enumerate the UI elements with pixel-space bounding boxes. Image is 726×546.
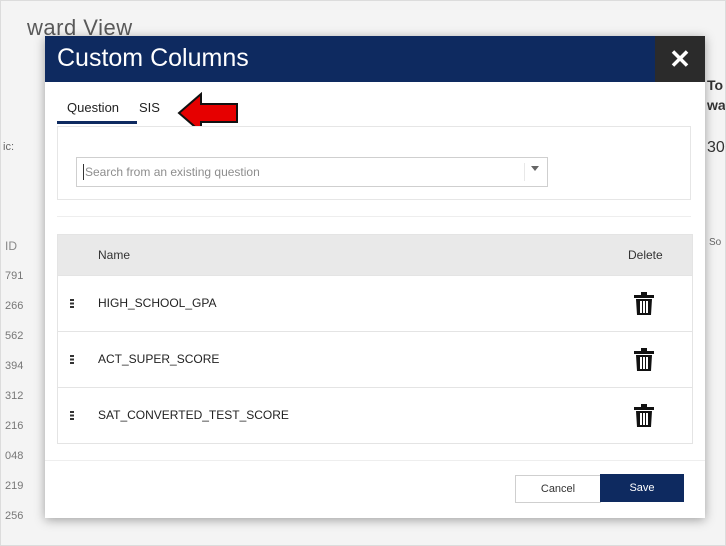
close-button[interactable]: ✕: [655, 36, 705, 82]
close-icon: ✕: [669, 44, 691, 74]
modal-title: Custom Columns: [57, 44, 249, 72]
background-right-fragment: 30: [707, 139, 725, 156]
trash-icon[interactable]: [633, 404, 655, 428]
text-cursor: [83, 164, 84, 180]
background-id-cell: 791: [5, 270, 24, 282]
table-row: ACT_SUPER_SCORE: [58, 331, 692, 387]
background-id-cell: 312: [5, 390, 24, 402]
background-id-cell: 256: [5, 510, 24, 522]
search-placeholder: Search from an existing question: [85, 165, 260, 179]
background-id-column: ID 791 266 562 394 312 216 048 219 256: [1, 231, 31, 531]
table-row: HIGH_SCHOOL_GPA: [58, 275, 692, 331]
custom-columns-modal: Custom Columns ✕ Question SIS Search fro…: [45, 36, 705, 518]
columns-table: Name Delete HIGH_SCHOOL_GPA ACT_SUPER_SC…: [57, 234, 693, 444]
background-id-cell: 216: [5, 420, 24, 432]
drag-handle-icon[interactable]: [70, 299, 74, 308]
background-id-cell: 394: [5, 360, 24, 372]
table-header: Name Delete: [58, 235, 692, 275]
row-column-name: SAT_CONVERTED_TEST_SCORE: [98, 408, 289, 422]
modal-header: Custom Columns: [45, 36, 655, 82]
background-id-cell: 562: [5, 330, 24, 342]
dropdown-separator: [524, 163, 525, 181]
trash-icon[interactable]: [633, 348, 655, 372]
tab-sis[interactable]: SIS: [139, 100, 160, 121]
section-divider: [57, 216, 691, 217]
row-column-name: HIGH_SCHOOL_GPA: [98, 296, 217, 310]
background-id-cell: 048: [5, 450, 24, 462]
save-button[interactable]: Save: [600, 474, 684, 502]
dropdown-caret-icon[interactable]: [531, 166, 539, 171]
background-right-fragment: So: [709, 237, 722, 248]
drag-handle-icon[interactable]: [70, 411, 74, 420]
column-header-name: Name: [98, 248, 131, 262]
question-search-select[interactable]: Search from an existing question: [76, 157, 548, 187]
background-id-cell: 219: [5, 480, 24, 492]
search-panel: Search from an existing question: [57, 126, 691, 200]
screenshot-frame: ward View ic: ID 791 266 562 394 312 216…: [0, 0, 726, 546]
column-header-delete: Delete: [628, 248, 663, 262]
background-right-fragment: wa: [707, 97, 726, 113]
tab-question[interactable]: Question: [57, 100, 137, 124]
table-row: SAT_CONVERTED_TEST_SCORE: [58, 387, 692, 443]
background-label: ic:: [3, 141, 14, 153]
background-right-fragment: To: [707, 77, 724, 93]
background-id-header: ID: [5, 239, 17, 253]
cancel-button[interactable]: Cancel: [515, 475, 601, 503]
background-id-cell: 266: [5, 300, 24, 312]
footer-divider: [45, 460, 705, 461]
row-column-name: ACT_SUPER_SCORE: [98, 352, 220, 366]
drag-handle-icon[interactable]: [70, 355, 74, 364]
trash-icon[interactable]: [633, 292, 655, 316]
